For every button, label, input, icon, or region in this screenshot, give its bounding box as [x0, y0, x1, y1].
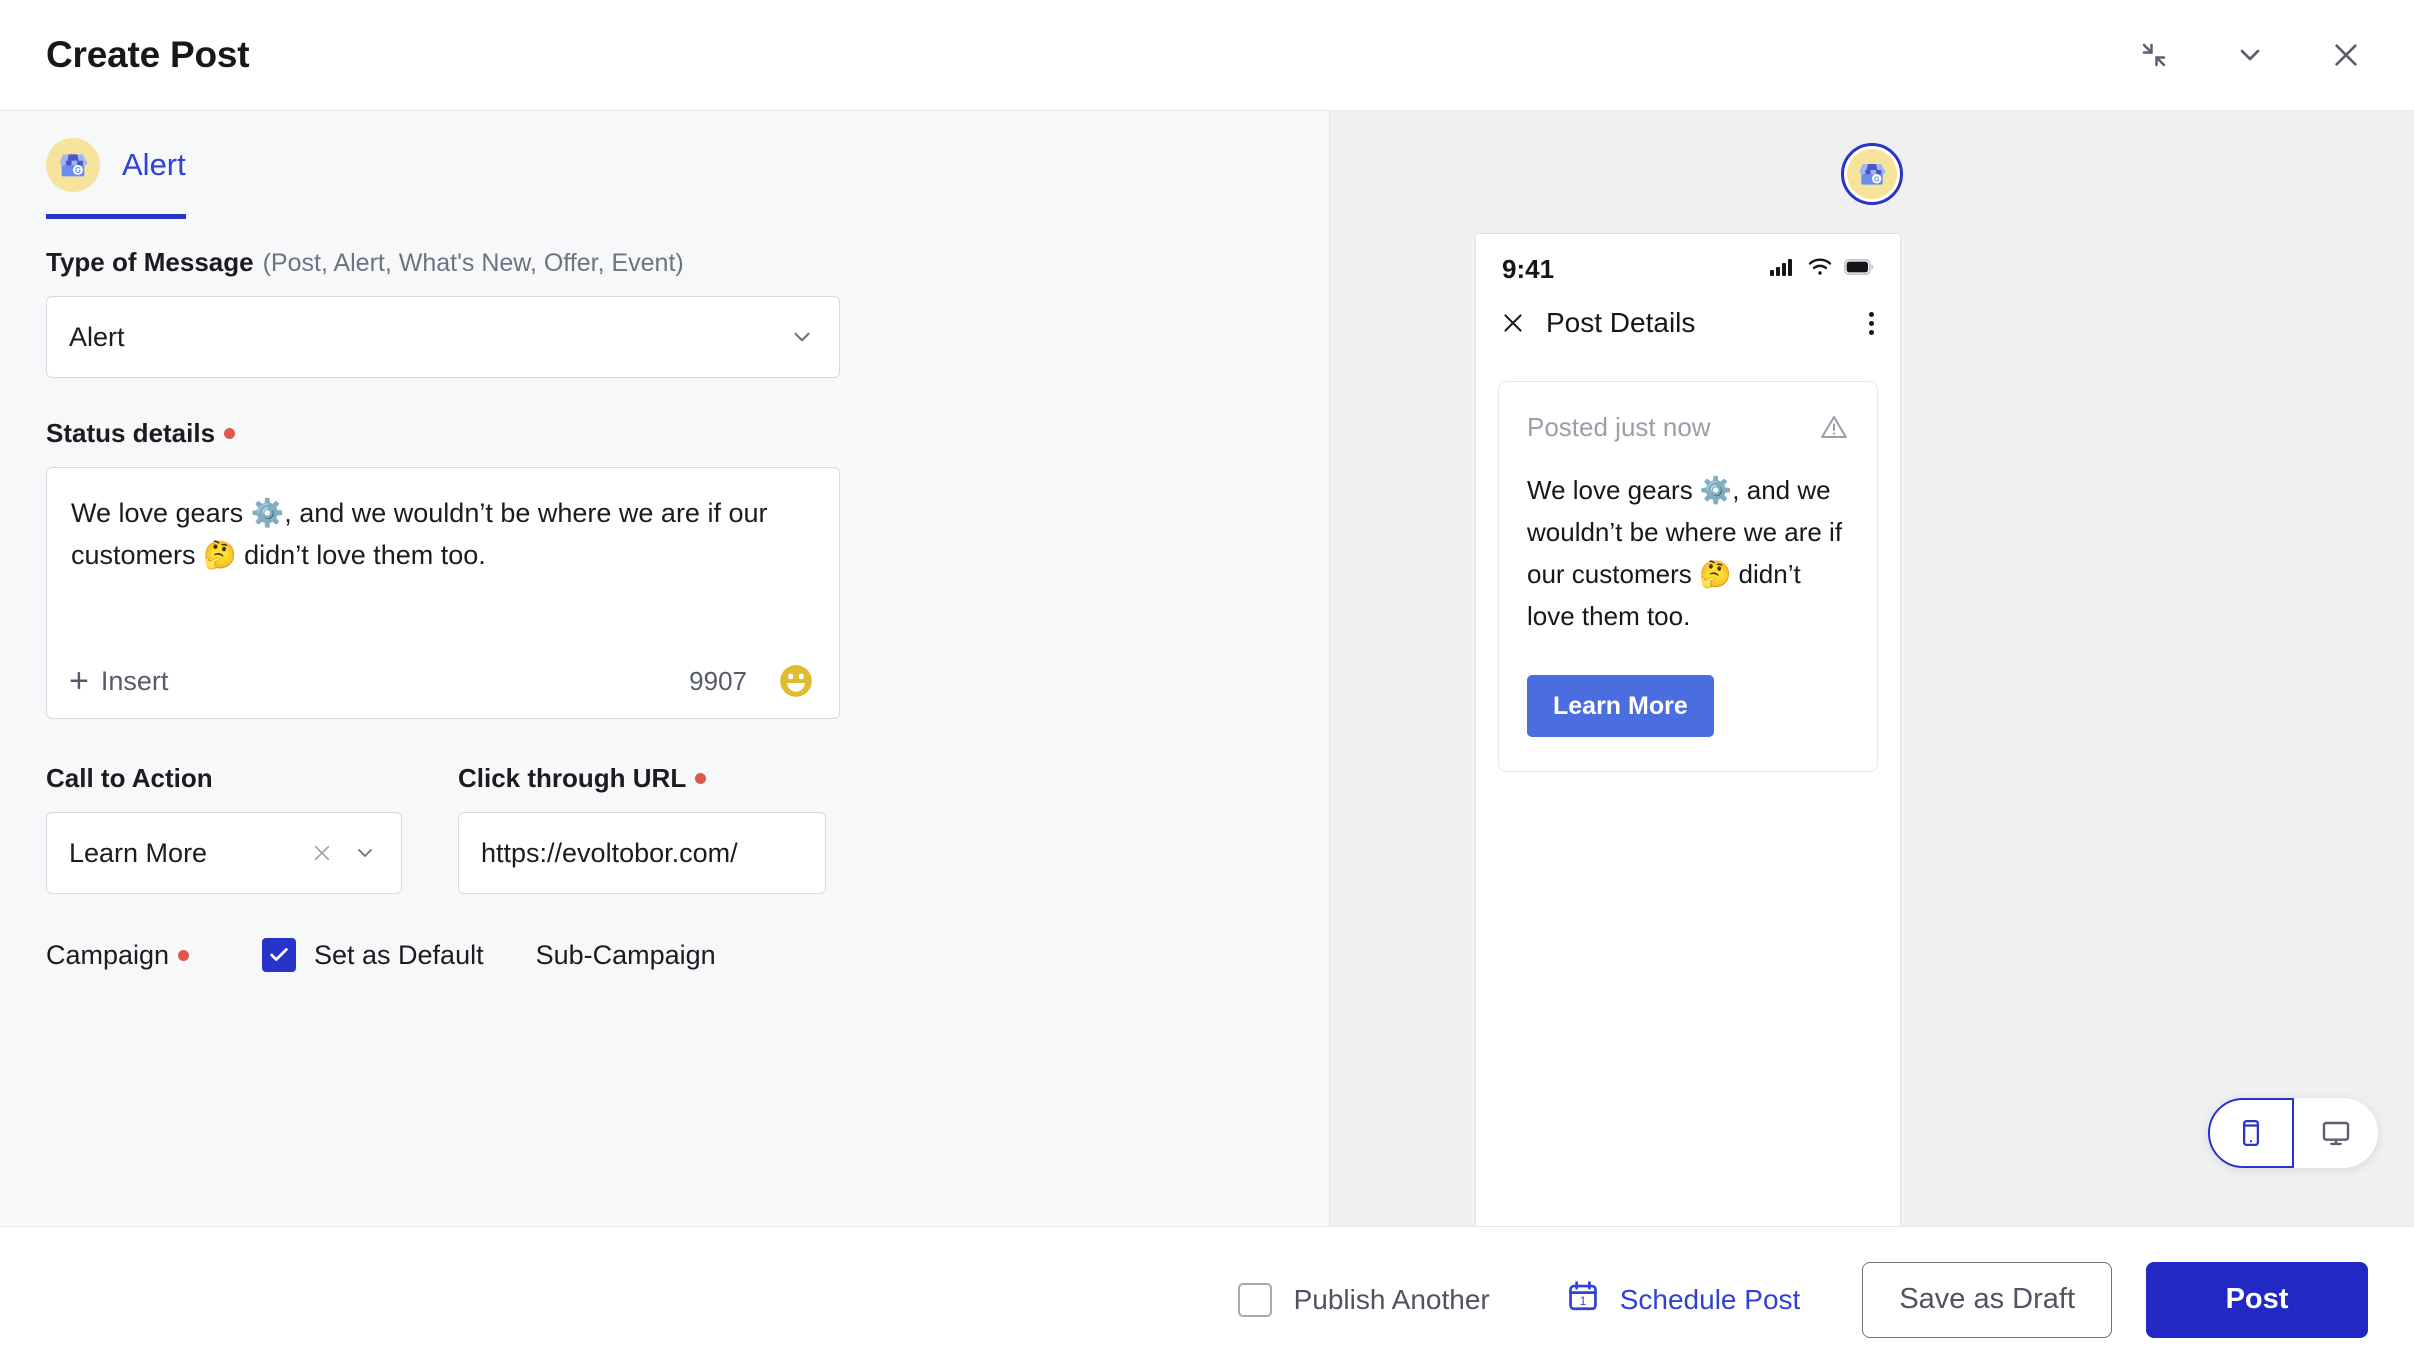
post-preview-card: Posted just now We love gears ⚙️, and we… [1498, 381, 1878, 772]
schedule-post-button[interactable]: 1 Schedule Post [1566, 1279, 1801, 1320]
insert-button[interactable]: + Insert [69, 664, 168, 698]
campaign-label-text: Campaign [46, 939, 170, 970]
channel-tabs: G Alert [0, 111, 1329, 219]
campaign-label: Campaign [46, 940, 236, 971]
status-details-field: We love gears ⚙️, and we wouldn’t be whe… [46, 467, 840, 719]
click-through-url-label: Click through URL [458, 763, 826, 794]
svg-text:G: G [75, 166, 81, 175]
close-icon[interactable] [1500, 310, 1526, 336]
chevron-down-icon[interactable] [353, 841, 377, 865]
publish-another-checkbox[interactable]: Publish Another [1237, 1282, 1490, 1317]
warning-icon [1819, 412, 1849, 442]
phone-app-header: Post Details [1476, 289, 1900, 339]
avatar: G [1841, 143, 1903, 205]
google-business-profile-icon: G [46, 138, 100, 192]
message-type-select[interactable]: Alert [46, 296, 840, 378]
page-title: Create Post [46, 34, 250, 75]
click-through-url-label-text: Click through URL [458, 763, 687, 793]
post-editor-pane: G Alert Type of Message (Post, Alert, Wh… [0, 111, 1330, 1226]
cellular-signal-icon [1770, 258, 1796, 281]
call-to-action-label: Call to Action [46, 763, 402, 794]
required-dot-icon [224, 428, 236, 439]
message-type-label-text: Type of Message [46, 247, 254, 277]
checkbox-checked-icon [262, 938, 296, 972]
close-icon[interactable] [2324, 33, 2368, 77]
save-as-draft-button[interactable]: Save as Draft [1862, 1261, 2112, 1338]
sub-campaign-label: Sub-Campaign [535, 939, 716, 970]
post-card-body: We love gears ⚙️, and we wouldn’t be whe… [1527, 475, 1843, 631]
svg-text:1: 1 [1580, 1295, 1586, 1308]
insert-button-label: Insert [100, 665, 169, 696]
status-details-label-text: Status details [46, 418, 216, 448]
required-dot-icon [178, 949, 190, 961]
required-dot-icon [695, 773, 707, 784]
editor-fields: Type of Message (Post, Alert, What's New… [0, 219, 1329, 972]
google-business-profile-icon: G [1847, 149, 1897, 199]
call-to-action-field: Call to Action Learn More [46, 763, 402, 894]
status-details-input[interactable]: We love gears ⚙️, and we wouldn’t be whe… [47, 468, 839, 644]
post-card-meta: Posted just now [1527, 412, 1849, 443]
character-count: 9907 [689, 665, 747, 696]
collapse-icon[interactable] [2132, 33, 2176, 77]
call-to-action-select[interactable]: Learn More [46, 812, 402, 894]
status-bar-icons [1770, 258, 1874, 281]
schedule-post-label: Schedule Post [1619, 1283, 1801, 1315]
set-as-default-label: Set as Default [314, 939, 484, 970]
set-as-default-checkbox[interactable]: Set as Default [262, 938, 484, 972]
create-post-dialog: Create Post G Alert Type of Message (Pos… [0, 0, 2414, 1372]
click-through-url-input[interactable]: https://evoltobor.com/ [458, 812, 826, 894]
clear-icon[interactable] [311, 842, 333, 864]
publish-another-label: Publish Another [1293, 1283, 1490, 1315]
tab-alert[interactable]: G Alert [46, 138, 186, 219]
dialog-titlebar: Create Post [0, 0, 2414, 110]
click-through-url-value: https://evoltobor.com/ [481, 837, 738, 868]
status-details-label: Status details [46, 418, 1283, 449]
wifi-icon [1808, 258, 1832, 281]
emoji-picker-icon[interactable] [777, 662, 815, 700]
plus-icon: + [69, 662, 89, 700]
device-preview-toggle [2208, 1098, 2378, 1168]
svg-text:G: G [1874, 175, 1880, 184]
status-bar-time: 9:41 [1502, 254, 1555, 284]
checkbox-unchecked-icon [1237, 1282, 1272, 1317]
message-type-hint: (Post, Alert, What's New, Offer, Event) [262, 249, 684, 277]
post-button[interactable]: Post [2146, 1261, 2368, 1338]
overflow-menu-icon[interactable] [1869, 311, 1874, 335]
post-preview-pane: G 9:41 Post Details Posted just now We l… [1330, 111, 2414, 1226]
battery-icon [1844, 259, 1874, 280]
chevron-down-icon [789, 324, 815, 350]
dialog-footer: Publish Another 1 Schedule Post Save as … [0, 1226, 2414, 1372]
status-details-value: We love gears ⚙️, and we wouldn’t be whe… [71, 498, 768, 570]
click-through-url-field: Click through URL https://evoltobor.com/ [458, 763, 826, 894]
phone-header-title: Post Details [1546, 307, 1696, 338]
call-to-action-controls [311, 841, 377, 865]
mobile-preview-button[interactable] [2208, 1098, 2294, 1168]
mobile-preview-frame: 9:41 Post Details Posted just now We lov… [1475, 233, 1901, 1226]
posted-timestamp: Posted just now [1527, 412, 1711, 442]
dialog-body: G Alert Type of Message (Post, Alert, Wh… [0, 110, 2414, 1226]
call-to-action-label-text: Call to Action [46, 763, 213, 793]
calendar-icon: 1 [1566, 1279, 1600, 1320]
titlebar-actions [2132, 33, 2368, 77]
message-type-value: Alert [69, 321, 125, 352]
message-type-label: Type of Message (Post, Alert, What's New… [46, 247, 840, 278]
status-details-toolbar: + Insert 9907 [47, 644, 839, 718]
cta-url-row: Call to Action Learn More Click through … [46, 763, 1283, 894]
tab-alert-label: Alert [122, 147, 186, 182]
phone-status-bar: 9:41 [1476, 234, 1900, 289]
message-type-field: Type of Message (Post, Alert, What's New… [46, 247, 840, 378]
chevron-down-icon[interactable] [2228, 33, 2272, 77]
learn-more-button[interactable]: Learn More [1527, 675, 1714, 737]
call-to-action-value: Learn More [69, 837, 208, 868]
campaign-row: Campaign Set as Default Sub-Campaign [46, 938, 1283, 972]
desktop-preview-button[interactable] [2294, 1098, 2378, 1168]
preview-avatar-wrap: G [1330, 111, 2414, 205]
